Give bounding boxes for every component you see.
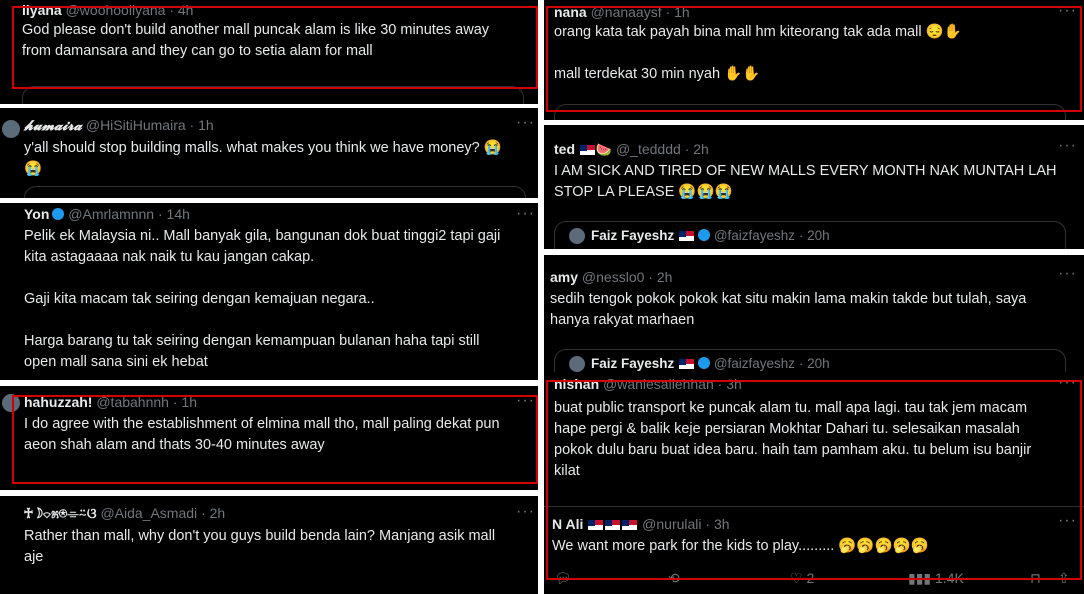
tweet-text: Rather than mall, why don't you guys bui… — [24, 528, 496, 565]
tweet-text: I AM SICK AND TIRED OF NEW MALLS EVERY M… — [554, 163, 1057, 200]
quoted-tweet[interactable] — [24, 186, 526, 198]
tweet-header: 𝓱𝓾𝓶𝓪𝓲𝓻𝓪 @HiSitiHumaira · 1h — [24, 117, 214, 133]
author-name[interactable]: Yon — [24, 206, 49, 222]
watermelon-icon: 🍉 — [595, 142, 613, 157]
tweet-header: ♰☽⌔೫⍟⌯⍨ଓ @Aida_Asmadi · 2h — [24, 505, 226, 521]
avatar — [569, 356, 585, 372]
tweet-time[interactable]: 14h — [167, 206, 190, 222]
avatar[interactable] — [2, 120, 20, 138]
highlight-box — [546, 380, 1082, 580]
author-name[interactable]: 𝓱𝓾𝓶𝓪𝓲𝓻𝓪 — [24, 117, 82, 133]
more-icon[interactable]: ··· — [1058, 265, 1077, 283]
malaysia-flag-icon — [579, 145, 595, 155]
quoted-author-name: Faiz Fayeshz — [591, 228, 675, 243]
author-handle[interactable]: @_tedddd — [616, 141, 681, 157]
quoted-time: 20h — [807, 228, 830, 243]
quoted-author-handle: @faizfayeshz — [713, 356, 796, 371]
quoted-author-name: Faiz Fayeshz — [591, 356, 675, 371]
tweet-card[interactable]: amy @nesslo0 · 2h ··· sedih tengok pokok… — [544, 255, 1084, 372]
malaysia-flag-icon — [679, 359, 695, 369]
avatar — [569, 228, 585, 244]
more-icon[interactable]: ··· — [516, 205, 535, 223]
tweet-card[interactable]: 𝓱𝓾𝓶𝓪𝓲𝓻𝓪 @HiSitiHumaira · 1h ··· y'all sh… — [0, 108, 538, 198]
tweet-time[interactable]: 2h — [693, 141, 709, 157]
tweet-header: Yon @Amrlamnnn · 14h — [24, 206, 190, 222]
verified-icon — [698, 229, 711, 241]
more-icon[interactable]: ··· — [516, 503, 535, 521]
author-handle[interactable]: @Amrlamnnn — [68, 206, 154, 222]
author-handle[interactable]: @HiSitiHumaira — [86, 117, 186, 133]
tweet-header: amy @nesslo0 · 2h — [550, 269, 673, 285]
tweet-time[interactable]: 2h — [210, 505, 226, 521]
quoted-header: Faiz Fayeshz @faizfayeshz · 20h — [591, 228, 830, 243]
highlight-box — [12, 395, 538, 484]
tweet-text: y'all should stop building malls. what m… — [24, 140, 502, 177]
highlight-box — [546, 6, 1082, 112]
more-icon[interactable]: ··· — [1058, 137, 1077, 155]
verified-icon — [698, 357, 711, 369]
highlight-box — [12, 6, 538, 89]
author-handle[interactable]: @Aida_Asmadi — [100, 505, 197, 521]
quoted-time: 20h — [807, 356, 830, 371]
tweet-text: Pelik ek Malaysia ni.. Mall banyak gila,… — [24, 228, 501, 370]
tweet-text: sedih tengok pokok pokok kat situ makin … — [550, 291, 1027, 328]
more-icon[interactable]: ··· — [516, 114, 535, 132]
tweet-card[interactable]: Yon @Amrlamnnn · 14h ··· Pelik ek Malays… — [0, 203, 538, 380]
author-name[interactable]: amy — [550, 269, 578, 285]
author-handle[interactable]: @nesslo0 — [582, 269, 644, 285]
tweet-card[interactable]: ted 🍉 @_tedddd · 2h ··· I AM SICK AND TI… — [544, 125, 1084, 249]
tweet-time[interactable]: 2h — [657, 269, 673, 285]
tweet-card[interactable]: ♰☽⌔೫⍟⌯⍨ଓ @Aida_Asmadi · 2h ··· Rather th… — [0, 496, 538, 594]
author-name[interactable]: ted — [554, 141, 575, 157]
author-name[interactable]: ♰☽⌔೫⍟⌯⍨ଓ — [24, 505, 97, 521]
tweet-header: ted 🍉 @_tedddd · 2h — [554, 141, 709, 157]
tweet-time[interactable]: 1h — [198, 117, 214, 133]
quoted-header: Faiz Fayeshz @faizfayeshz · 20h — [591, 356, 830, 371]
malaysia-flag-icon — [679, 231, 695, 241]
quoted-author-handle: @faizfayeshz — [713, 228, 796, 243]
verified-icon — [52, 208, 65, 220]
quoted-tweet[interactable]: Faiz Fayeshz @faizfayeshz · 20h — [554, 221, 1066, 249]
quoted-tweet[interactable]: Faiz Fayeshz @faizfayeshz · 20h — [554, 349, 1066, 372]
